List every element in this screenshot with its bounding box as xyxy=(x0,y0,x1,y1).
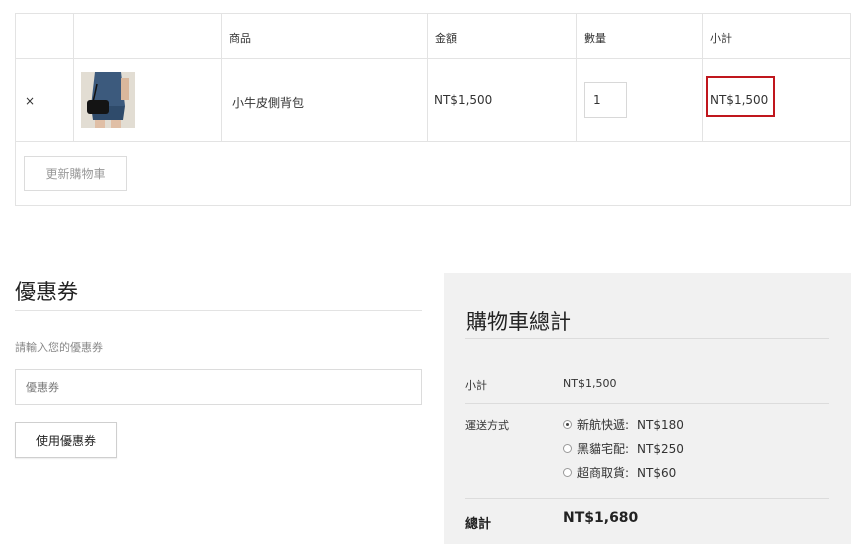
shipping-option-blackcat[interactable]: 黑貓宅配: NT$250 xyxy=(563,440,684,457)
column-divider xyxy=(702,14,703,142)
shipping-option-store-pickup[interactable]: 超商取貨: NT$60 xyxy=(563,464,676,481)
shipping-option-name: 黑貓宅配: xyxy=(577,442,630,456)
quantity-input[interactable] xyxy=(584,82,627,118)
header-product: 商品 xyxy=(229,32,251,45)
shipping-option-price: NT$250 xyxy=(637,441,684,456)
cart-totals-panel: 購物車總計 小計 NT$1,500 運送方式 新航快遞: NT$180 黑貓宅配… xyxy=(444,273,851,544)
product-thumbnail[interactable] xyxy=(81,72,135,128)
totals-divider xyxy=(465,403,829,404)
radio-selected-icon[interactable] xyxy=(563,420,572,429)
shipping-option-price: NT$60 xyxy=(637,465,677,480)
radio-icon[interactable] xyxy=(563,468,572,477)
product-name[interactable]: 小牛皮側背包 xyxy=(232,94,304,111)
shipping-option-name: 超商取貨: xyxy=(577,466,630,480)
header-quantity: 數量 xyxy=(584,32,606,45)
shipping-option-xinhang[interactable]: 新航快遞: NT$180 xyxy=(563,416,684,433)
apply-coupon-button[interactable]: 使用優惠券 xyxy=(15,422,117,458)
remove-item-button[interactable]: × xyxy=(25,94,35,108)
order-total-value: NT$1,680 xyxy=(563,510,639,526)
shipping-label: 運送方式 xyxy=(465,419,509,432)
subtotal-value: NT$1,500 xyxy=(563,377,617,390)
column-divider xyxy=(73,14,74,142)
totals-divider xyxy=(465,338,829,339)
row-divider xyxy=(16,141,850,142)
header-subtotal: 小計 xyxy=(710,32,732,45)
coupon-divider xyxy=(15,310,422,311)
shipping-option-price: NT$180 xyxy=(637,417,684,432)
product-subtotal: NT$1,500 xyxy=(710,93,769,107)
order-total-label: 總計 xyxy=(465,517,492,532)
product-image-icon xyxy=(81,72,135,128)
coupon-hint: 請輸入您的優惠券 xyxy=(15,341,103,354)
totals-divider xyxy=(465,498,829,499)
row-divider xyxy=(16,58,850,59)
cart-table: 商品 金額 數量 小計 × 小牛皮側背包 NT$1,500 NT$1,500 更… xyxy=(15,13,851,206)
cart-totals-title: 購物車總計 xyxy=(466,310,571,334)
column-divider xyxy=(221,14,222,142)
header-price: 金額 xyxy=(435,32,457,45)
column-divider xyxy=(427,14,428,142)
update-cart-button[interactable]: 更新購物車 xyxy=(24,156,127,191)
shipping-option-name: 新航快遞: xyxy=(577,418,630,432)
product-price: NT$1,500 xyxy=(434,93,493,107)
radio-icon[interactable] xyxy=(563,444,572,453)
subtotal-label: 小計 xyxy=(465,379,487,392)
column-divider xyxy=(576,14,577,142)
coupon-title: 優惠券 xyxy=(15,280,78,304)
coupon-input[interactable] xyxy=(15,369,422,405)
